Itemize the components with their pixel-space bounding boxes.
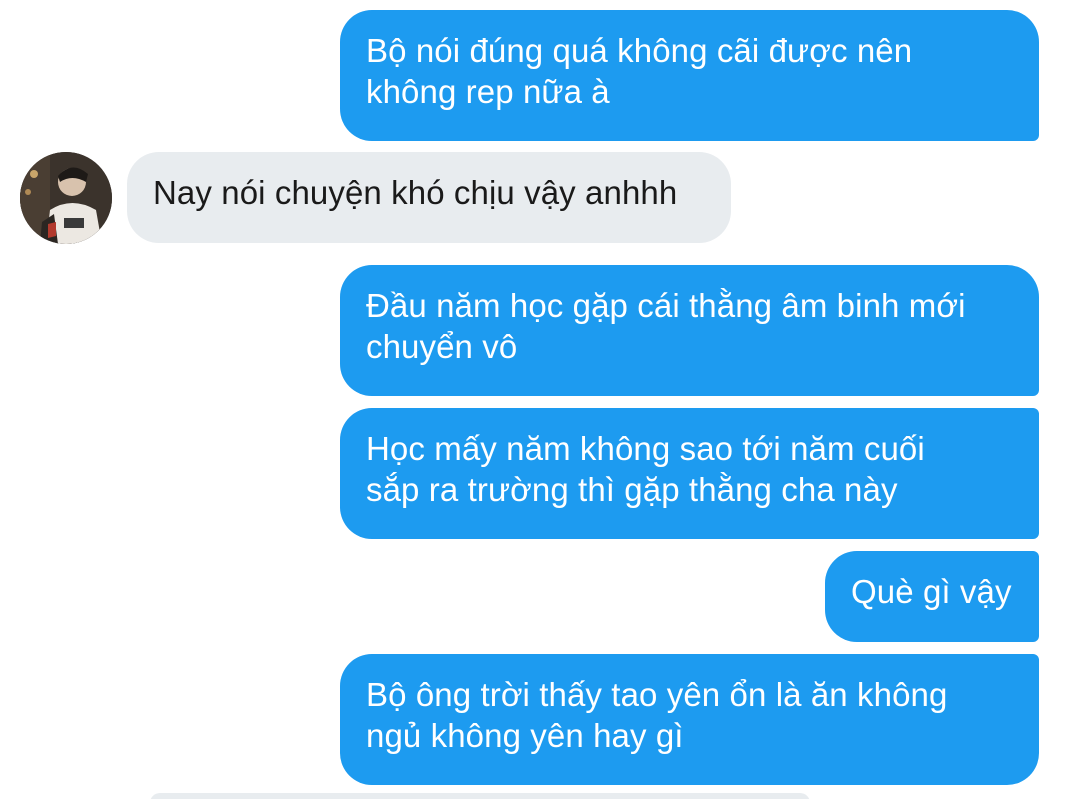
message-bubble-incoming-partial (150, 793, 810, 799)
message-bubble-outgoing[interactable]: Què gì vậy (825, 551, 1039, 642)
contact-avatar[interactable] (20, 152, 112, 244)
message-bubble-incoming[interactable]: Nay nói chuyện khó chịu vậy anhhh (127, 152, 731, 243)
message-bubble-outgoing[interactable]: Học mấy năm không sao tới năm cuối sắp r… (340, 408, 1039, 539)
avatar-photo-icon (20, 152, 112, 244)
message-bubble-outgoing[interactable]: Bộ ông trời thấy tao yên ổn là ăn không … (340, 654, 1039, 785)
chat-thread: Bộ nói đúng quá không cãi được nên không… (0, 0, 1069, 799)
message-bubble-outgoing[interactable]: Bộ nói đúng quá không cãi được nên không… (340, 10, 1039, 141)
message-bubble-outgoing[interactable]: Đầu năm học gặp cái thằng âm binh mới ch… (340, 265, 1039, 396)
